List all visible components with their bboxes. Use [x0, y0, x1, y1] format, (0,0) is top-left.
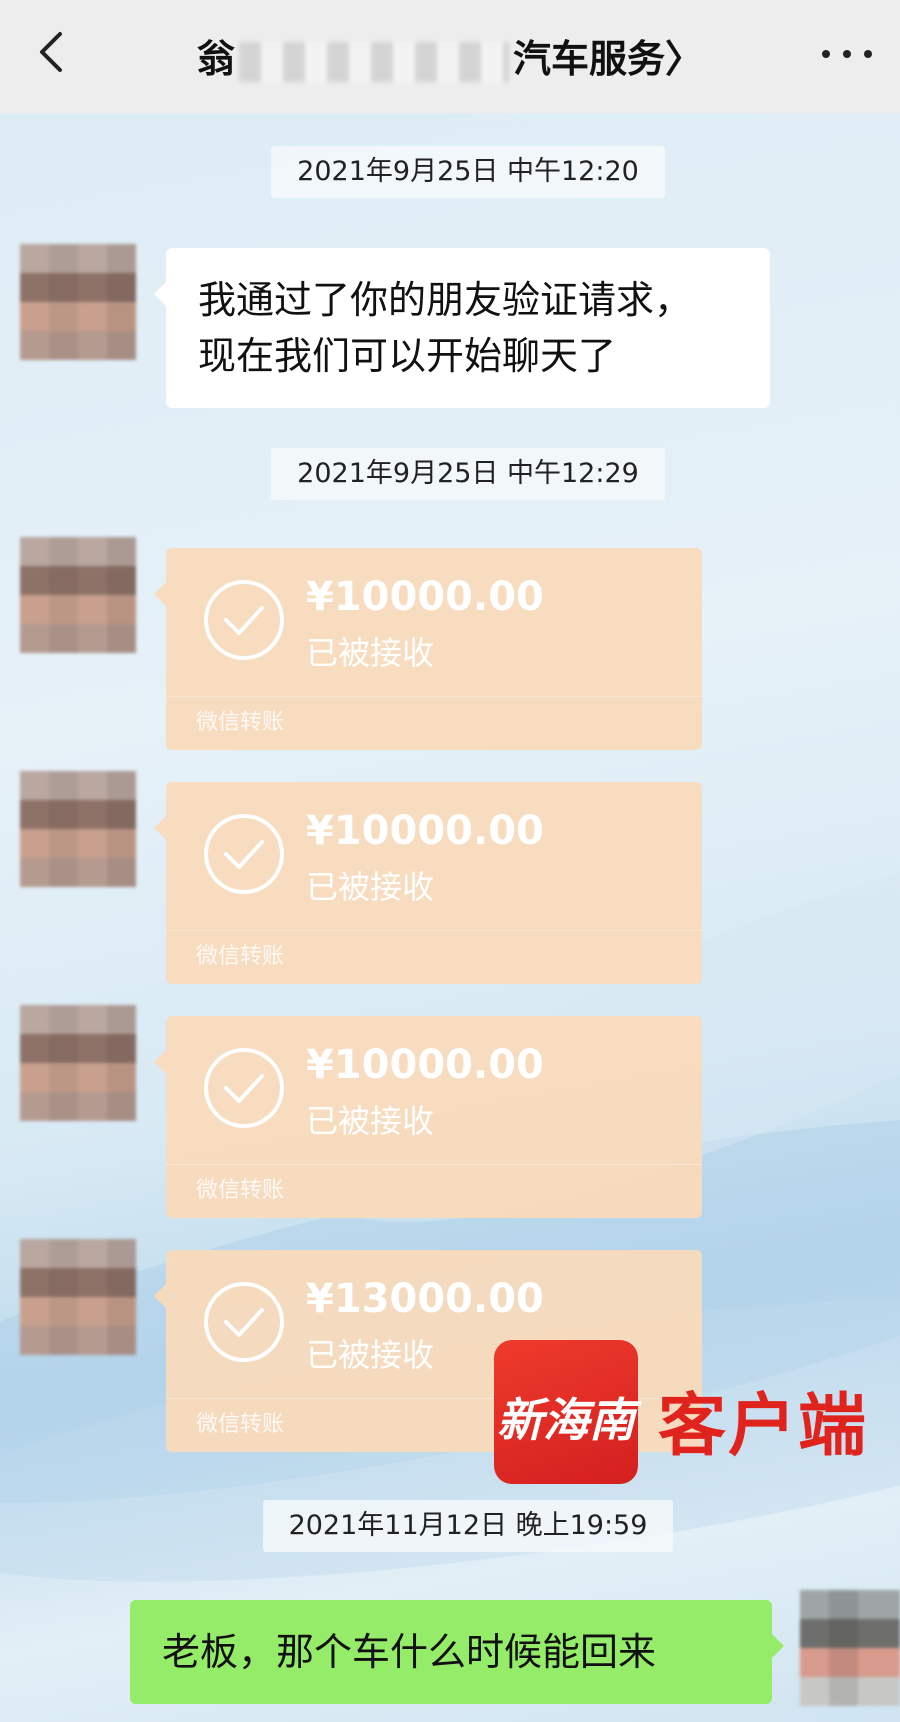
- watermark-logo-text: 新海南: [497, 1393, 635, 1447]
- transfer-status: 已被接收: [306, 1336, 435, 1374]
- text-message[interactable]: 我通过了你的朋友验证请求， 现在我们可以开始聊天了: [154, 248, 770, 408]
- more-dots-icon[interactable]: [820, 38, 874, 68]
- check-circle-icon: [204, 580, 284, 660]
- chat-title-suffix: 汽车服务〉: [513, 37, 704, 81]
- transfer-caption: 微信转账: [196, 944, 285, 969]
- message-timestamp: 2021年9月25日 中午12:20: [271, 146, 665, 198]
- transfer-status: 已被接收: [306, 634, 435, 672]
- own-text-message[interactable]: 老板，那个车什么时候能回来: [130, 1600, 784, 1704]
- transfer-status: 已被接收: [306, 1102, 435, 1140]
- contact-avatar[interactable]: [20, 537, 136, 653]
- transfer-card[interactable]: ¥10000.00 已被接收 微信转账: [154, 782, 702, 984]
- transfer-caption: 微信转账: [196, 1412, 285, 1437]
- contact-avatar[interactable]: [20, 244, 136, 360]
- redacted-name-blur: [239, 41, 509, 82]
- watermark-logo: 新海南: [494, 1340, 638, 1484]
- message-text-line: 我通过了你的朋友验证请求，: [198, 278, 693, 322]
- transfer-amount: ¥10000.00: [306, 808, 544, 854]
- message-timestamp: 2021年9月25日 中午12:29: [271, 448, 665, 500]
- chat-title: 翁 汽车服务〉: [150, 28, 750, 83]
- contact-avatar[interactable]: [20, 1005, 136, 1121]
- check-circle-icon: [204, 1048, 284, 1128]
- own-avatar[interactable]: [800, 1590, 900, 1706]
- transfer-status: 已被接收: [306, 868, 435, 906]
- contact-avatar[interactable]: [20, 771, 136, 887]
- contact-avatar[interactable]: [20, 1239, 136, 1355]
- message-text-line: 现在我们可以开始聊天了: [198, 334, 617, 378]
- message-timestamp: 2021年11月12日 晚上19:59: [263, 1500, 673, 1552]
- transfer-amount: ¥10000.00: [306, 1042, 544, 1088]
- chevron-left-icon[interactable]: [30, 30, 74, 74]
- card-divider: [166, 930, 702, 931]
- check-circle-icon: [204, 1282, 284, 1362]
- message-text-line: 老板，那个车什么时候能回来: [162, 1630, 657, 1674]
- card-divider: [166, 1164, 702, 1165]
- check-circle-icon: [204, 814, 284, 894]
- card-divider: [166, 696, 702, 697]
- chat-header: 翁 汽车服务〉: [0, 0, 900, 113]
- transfer-amount: ¥13000.00: [306, 1276, 544, 1322]
- transfer-card[interactable]: ¥10000.00 已被接收 微信转账: [154, 1016, 702, 1218]
- chat-title-prefix: 翁: [196, 37, 235, 81]
- transfer-caption: 微信转账: [196, 710, 285, 735]
- transfer-caption: 微信转账: [196, 1178, 285, 1203]
- transfer-card[interactable]: ¥10000.00 已被接收 微信转账: [154, 548, 702, 750]
- watermark-label: 客户端: [658, 1386, 869, 1466]
- transfer-amount: ¥10000.00: [306, 574, 544, 620]
